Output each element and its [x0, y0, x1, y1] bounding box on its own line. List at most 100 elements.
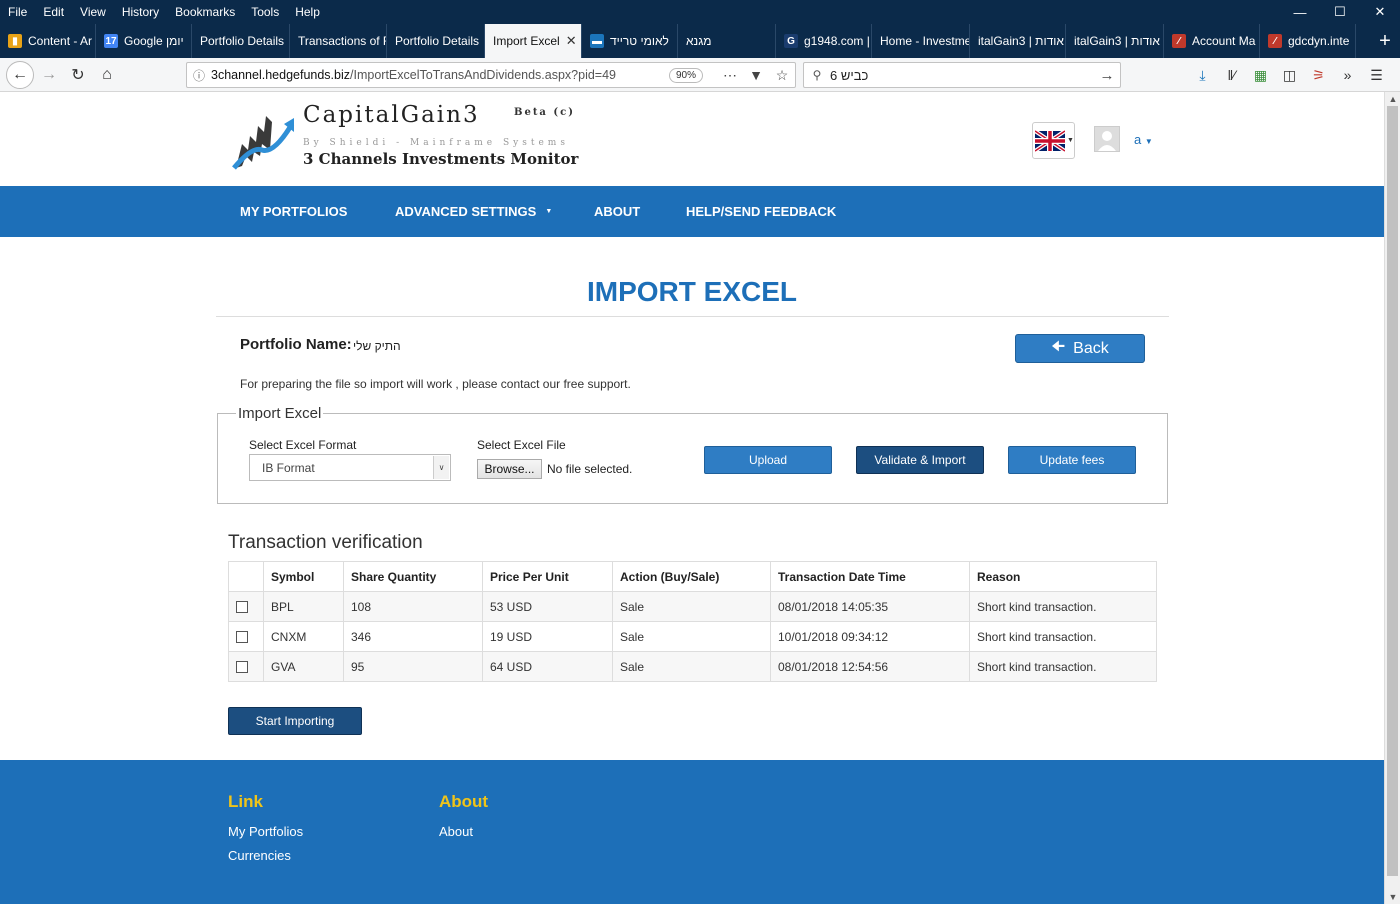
nav-advanced-settings[interactable]: ADVANCED SETTINGS ▼: [395, 186, 552, 237]
footer-link-heading: Link: [228, 792, 263, 811]
chevron-down-icon: ▼: [545, 208, 553, 215]
site-footer: Link My Portfolios Currencies About Abou…: [0, 760, 1384, 904]
browser-tab[interactable]: Portfolio Details: [387, 24, 485, 58]
url-bar[interactable]: ⓘ 3channel.hedgefunds.biz/ImportExcelToT…: [186, 62, 796, 88]
column-header: Price Per Unit: [482, 561, 613, 592]
bank-favicon-icon: ▬: [590, 34, 604, 48]
action-cell: Sale: [612, 651, 771, 682]
zoom-level[interactable]: 90%: [668, 67, 703, 83]
more-actions-icon[interactable]: ⋯: [717, 67, 743, 84]
footer-link-currencies[interactable]: Currencies: [228, 848, 291, 863]
nav-help-feedback[interactable]: HELP/SEND FEEDBACK: [686, 186, 836, 237]
logo-icon[interactable]: [232, 110, 298, 172]
nav-my-portfolios[interactable]: MY PORTFOLIOS: [240, 186, 347, 237]
browser-tab[interactable]: ⁄ gdcdyn.inte: [1260, 24, 1356, 58]
bookmark-star-icon[interactable]: ☆: [769, 67, 795, 84]
back-arrow-icon[interactable]: ←: [6, 61, 34, 89]
minimize-icon[interactable]: —: [1280, 0, 1320, 24]
language-selector[interactable]: ▼: [1032, 122, 1075, 159]
price-cell: 53 USD: [482, 591, 613, 622]
row-checkbox-cell: [228, 651, 264, 682]
datetime-cell: 08/01/2018 14:05:35: [770, 591, 970, 622]
chart-favicon-icon: ▮: [8, 34, 22, 48]
site-header: CapitalGain3 Beta (c) By Shieldi - Mainf…: [0, 92, 1384, 186]
portfolio-name-label: Portfolio Name:: [240, 336, 352, 353]
hamburger-menu-icon[interactable]: ☰: [1362, 62, 1391, 88]
browser-tab[interactable]: Portfolio Details: [192, 24, 290, 58]
row-checkbox[interactable]: [236, 661, 248, 674]
forward-arrow-icon[interactable]: →: [36, 62, 62, 88]
excel-format-select[interactable]: IB Format ∨: [249, 454, 451, 481]
table-row: BPL 108 53 USD Sale 08/01/2018 14:05:35 …: [228, 591, 1157, 622]
quantity-cell: 95: [343, 651, 483, 682]
addon-icon[interactable]: ⚞: [1304, 62, 1333, 88]
pocket-icon[interactable]: ▼: [743, 67, 769, 83]
menu-tools[interactable]: Tools: [243, 5, 287, 19]
price-cell: 19 USD: [482, 621, 613, 652]
portfolio-name-value: התיק שלי: [353, 339, 401, 353]
info-icon[interactable]: ⓘ: [187, 67, 211, 84]
reason-cell: Short kind transaction.: [969, 591, 1157, 622]
page-scrollbar[interactable]: ▲ ▼: [1384, 92, 1400, 904]
url-text[interactable]: 3channel.hedgefunds.biz/ImportExcelToTra…: [211, 68, 669, 82]
avatar[interactable]: [1094, 126, 1120, 152]
footer-link-about[interactable]: About: [439, 824, 473, 839]
overflow-chevron-icon[interactable]: »: [1333, 62, 1362, 88]
menu-history[interactable]: History: [114, 5, 167, 19]
browser-tab[interactable]: ⁄ Account Ma: [1164, 24, 1260, 58]
extension-icon[interactable]: ▦: [1246, 62, 1275, 88]
user-menu[interactable]: a ▼: [1134, 132, 1153, 147]
scroll-up-icon[interactable]: ▲: [1385, 94, 1400, 104]
browser-tab[interactable]: italGain3 | אודות: [970, 24, 1066, 58]
download-icon[interactable]: ⤓: [1188, 62, 1217, 88]
transaction-verification-table: Symbol Share Quantity Price Per Unit Act…: [228, 561, 1157, 682]
browser-tab[interactable]: Home - Investme: [872, 24, 970, 58]
back-button[interactable]: 🠈 Back: [1015, 334, 1145, 363]
search-bar[interactable]: ⚲ כביש 6 →: [803, 62, 1121, 88]
quantity-cell: 346: [343, 621, 483, 652]
search-go-arrow-icon[interactable]: →: [1094, 67, 1120, 84]
browser-tab[interactable]: italGain3 | אודות: [1066, 24, 1164, 58]
close-window-icon[interactable]: ✕: [1360, 0, 1400, 24]
sidebar-icon[interactable]: ◫: [1275, 62, 1304, 88]
scrollbar-thumb[interactable]: [1387, 106, 1398, 876]
nav-about[interactable]: ABOUT: [594, 186, 640, 237]
title-divider: [216, 316, 1169, 317]
browser-tab-active[interactable]: Import Excel ✕: [485, 24, 582, 58]
red-favicon-icon: ⁄: [1172, 34, 1186, 48]
reload-icon[interactable]: ↻: [65, 62, 91, 88]
row-checkbox[interactable]: [236, 631, 248, 644]
menu-view[interactable]: View: [72, 5, 114, 19]
browse-file-button[interactable]: Browse...: [477, 459, 542, 479]
upload-button[interactable]: Upload: [704, 446, 832, 474]
search-icon: ⚲: [812, 68, 822, 82]
beta-label: Beta (c): [514, 107, 575, 118]
menu-file[interactable]: File: [0, 5, 35, 19]
start-importing-button[interactable]: Start Importing: [228, 707, 362, 735]
column-header: Action (Buy/Sale): [612, 561, 771, 592]
browser-tab[interactable]: Transactions of F: [290, 24, 387, 58]
library-icon[interactable]: ‖⁄: [1217, 62, 1246, 88]
excel-format-label: Select Excel Format: [249, 438, 357, 452]
menu-bookmarks[interactable]: Bookmarks: [167, 5, 243, 19]
search-input[interactable]: כביש 6: [830, 68, 1094, 83]
home-icon[interactable]: ⌂: [94, 62, 120, 88]
browser-tab[interactable]: ▬ לאומי טרייד: [582, 24, 678, 58]
new-tab-icon[interactable]: +: [1370, 24, 1400, 58]
update-fees-button[interactable]: Update fees: [1008, 446, 1136, 474]
table-row: GVA 95 64 USD Sale 08/01/2018 12:54:56 S…: [228, 651, 1157, 682]
row-checkbox-cell: [228, 591, 264, 622]
close-tab-icon[interactable]: ✕: [566, 33, 577, 49]
validate-import-button[interactable]: Validate & Import: [856, 446, 984, 474]
browser-tab[interactable]: 17 Google יומן: [96, 24, 192, 58]
browser-tab[interactable]: Gg1948.com |: [776, 24, 872, 58]
menu-edit[interactable]: Edit: [35, 5, 72, 19]
maximize-icon[interactable]: ☐: [1320, 0, 1360, 24]
footer-link-my-portfolios[interactable]: My Portfolios: [228, 824, 303, 839]
browser-tab[interactable]: מגנא: [678, 24, 776, 58]
browser-tab[interactable]: ▮ Content - Ar: [0, 24, 96, 58]
scroll-down-icon[interactable]: ▼: [1385, 892, 1400, 902]
row-checkbox[interactable]: [236, 601, 248, 614]
menu-help[interactable]: Help: [287, 5, 328, 19]
arrow-left-icon: 🠈: [1051, 338, 1066, 355]
